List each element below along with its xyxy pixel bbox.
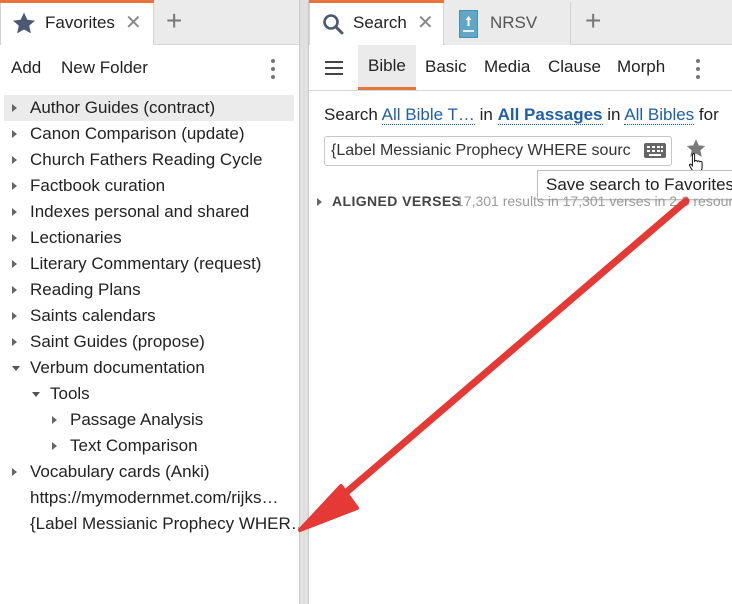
close-tab-icon[interactable]: ✕ <box>125 10 142 35</box>
expand-triangle-icon[interactable] <box>52 416 57 424</box>
star-icon <box>11 11 37 41</box>
expand-triangle-icon[interactable] <box>12 130 17 138</box>
in-text: in <box>607 105 621 124</box>
aligned-verses-title: ALIGNED VERSES <box>332 193 462 209</box>
favorite-item-label: {Label Messianic Prophecy WHER… <box>30 514 308 533</box>
expand-triangle-icon[interactable] <box>12 234 17 242</box>
expand-triangle-icon[interactable] <box>12 338 17 346</box>
favorite-item[interactable]: Saints calendars <box>4 303 294 329</box>
tab-nrsv-label: NRSV <box>490 13 538 32</box>
tab-favorites-label: Favorites <box>45 13 115 32</box>
add-tab-icon[interactable]: + <box>166 5 182 37</box>
favorite-item-label: Indexes personal and shared <box>30 202 250 221</box>
favorite-item[interactable]: Indexes personal and shared <box>4 199 294 225</box>
expand-triangle-icon[interactable] <box>12 312 17 320</box>
add-button[interactable]: Add <box>11 58 41 78</box>
keyboard-icon[interactable] <box>644 143 666 158</box>
close-tab-icon[interactable]: ✕ <box>417 10 434 35</box>
left-tab-bar: Favorites ✕ + <box>0 0 299 45</box>
favorite-item[interactable]: Vocabulary cards (Anki) <box>4 459 294 485</box>
tab-favorites[interactable]: Favorites ✕ <box>0 0 154 45</box>
favorite-item-label: Text Comparison <box>70 436 198 455</box>
favorite-item-label: Reading Plans <box>30 280 141 299</box>
add-tab-icon[interactable]: + <box>585 5 601 37</box>
tab-search-label: Search <box>353 13 407 32</box>
collapse-triangle-icon[interactable] <box>12 366 20 371</box>
right-tab-bar: Search ✕ NRSV + <box>309 0 732 45</box>
panel-splitter[interactable] <box>299 0 309 604</box>
tab-clause[interactable]: Clause <box>548 45 601 90</box>
in-text: in <box>479 105 493 124</box>
expand-triangle-icon[interactable] <box>52 442 57 450</box>
search-input[interactable] <box>324 136 672 166</box>
more-options-icon[interactable] <box>696 59 700 83</box>
expand-triangle-icon[interactable] <box>12 208 17 216</box>
favorite-item[interactable]: Church Fathers Reading Cycle <box>4 147 294 173</box>
search-scope-line: Search All Bible T… in All Passages in A… <box>324 105 719 125</box>
search-type-tabs: Bible Basic Media Clause Morph <box>309 45 732 91</box>
favorite-item-label: Church Fathers Reading Cycle <box>30 150 263 169</box>
tab-basic[interactable]: Basic <box>425 45 467 90</box>
expand-triangle-icon[interactable] <box>12 104 17 112</box>
favorite-item[interactable]: Lectionaries <box>4 225 294 251</box>
favorite-item-label: Factbook curation <box>30 176 166 195</box>
favorite-item[interactable]: Literary Commentary (request) <box>4 251 294 277</box>
tab-search[interactable]: Search ✕ <box>309 0 444 45</box>
magnifier-icon <box>322 13 344 40</box>
search-prefix: Search <box>324 105 378 124</box>
tab-nrsv[interactable]: NRSV <box>445 2 571 45</box>
favorite-item-label: Literary Commentary (request) <box>30 254 262 273</box>
favorite-item[interactable]: https://mymodernmet.com/rijks… <box>4 485 294 511</box>
favorite-item-label: Canon Comparison (update) <box>30 124 245 143</box>
tab-morph[interactable]: Morph <box>617 45 665 90</box>
favorite-item[interactable]: Text Comparison <box>4 433 294 459</box>
favorite-item[interactable]: Reading Plans <box>4 277 294 303</box>
favorite-item[interactable]: Author Guides (contract) <box>4 95 294 121</box>
hamburger-icon[interactable] <box>325 61 343 79</box>
aligned-verses-count: 17,301 results in 17,301 verses in 2·8 r… <box>456 193 732 209</box>
favorite-item-label: Author Guides (contract) <box>30 98 216 117</box>
tab-media[interactable]: Media <box>484 45 530 90</box>
tab-bible[interactable]: Bible <box>358 45 416 90</box>
expand-triangle-icon[interactable] <box>12 468 17 476</box>
favorite-item-label: Verbum documentation <box>30 358 205 377</box>
favorite-item[interactable]: Tools <box>4 381 294 407</box>
favorite-item-label: Tools <box>50 384 90 403</box>
favorite-item-label: Saints calendars <box>30 306 156 325</box>
search-panel: Search ✕ NRSV + Bible Basic Media Clause… <box>309 0 732 604</box>
favorite-item-label: Passage Analysis <box>70 410 204 429</box>
expand-triangle-icon[interactable] <box>12 260 17 268</box>
collapse-triangle-icon[interactable] <box>32 392 40 397</box>
expand-triangle-icon[interactable] <box>317 198 322 206</box>
favorite-item-label: Saint Guides (propose) <box>30 332 205 351</box>
favorites-list: Author Guides (contract) Canon Comparison… <box>4 95 308 537</box>
favorite-item[interactable]: Verbum documentation <box>4 355 294 381</box>
favorite-item[interactable]: {Label Messianic Prophecy WHER… <box>4 511 308 537</box>
favorites-toolbar: Add New Folder <box>0 45 299 91</box>
bibles-selector-link[interactable]: All Bibles <box>624 105 695 125</box>
expand-triangle-icon[interactable] <box>12 156 17 164</box>
favorite-item-label: Vocabulary cards (Anki) <box>30 462 210 481</box>
book-cover-icon <box>459 10 478 38</box>
passages-selector-link[interactable]: All Passages <box>497 105 603 125</box>
more-options-icon[interactable] <box>271 59 275 83</box>
field-selector-link[interactable]: All Bible T… <box>381 105 475 125</box>
new-folder-button[interactable]: New Folder <box>61 58 148 78</box>
favorite-item[interactable]: Canon Comparison (update) <box>4 121 294 147</box>
favorite-item-label: https://mymodernmet.com/rijks… <box>30 488 279 507</box>
favorites-panel: Favorites ✕ + Add New Folder Author Guid… <box>0 0 308 604</box>
favorite-item[interactable]: Factbook curation <box>4 173 294 199</box>
favorite-item[interactable]: Passage Analysis <box>4 407 294 433</box>
favorite-item-label: Lectionaries <box>30 228 122 247</box>
expand-triangle-icon[interactable] <box>12 286 17 294</box>
expand-triangle-icon[interactable] <box>12 182 17 190</box>
for-text: for <box>698 105 719 124</box>
favorite-item[interactable]: Saint Guides (propose) <box>4 329 294 355</box>
